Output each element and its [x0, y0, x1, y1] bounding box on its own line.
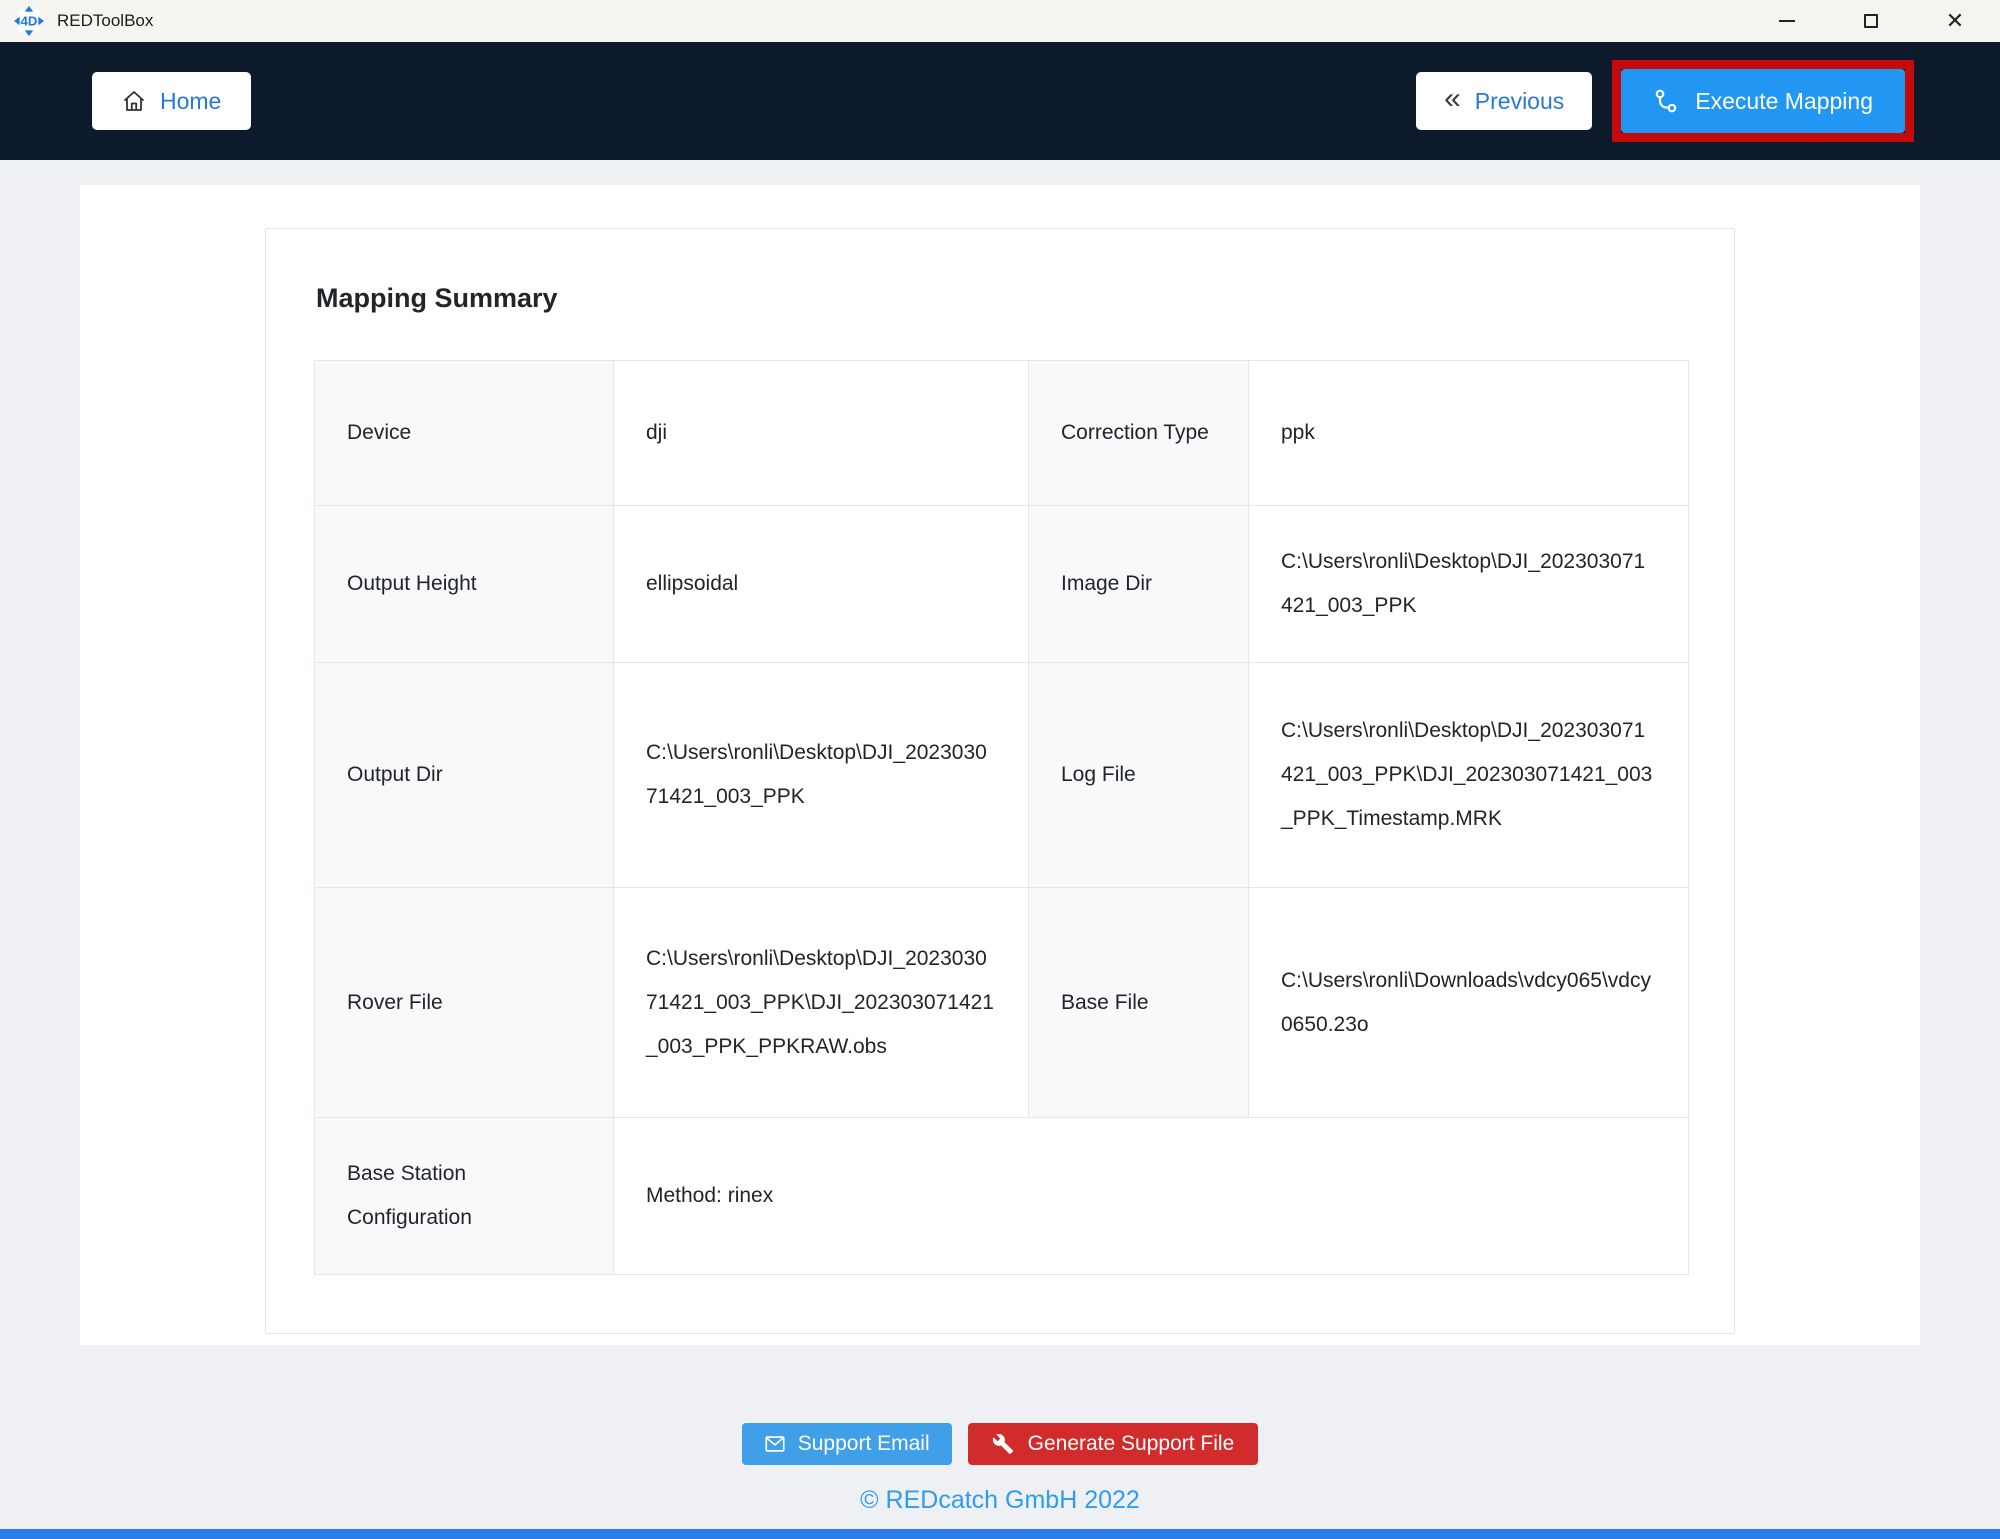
app-logo-icon: 4D: [14, 6, 44, 36]
home-button[interactable]: Home: [92, 72, 251, 130]
table-label-cell: Image Dir: [1029, 506, 1249, 663]
top-navbar: Home « Previous Execute Mapping: [0, 42, 2000, 160]
table-label-cell: Correction Type: [1029, 361, 1249, 506]
flow-link-icon: [1653, 88, 1679, 114]
table-value-cell: dji: [614, 361, 1029, 506]
close-button[interactable]: ✕: [1932, 0, 1978, 42]
window-titlebar: 4D REDToolBox ✕: [0, 0, 2000, 42]
execute-mapping-highlight-box: Execute Mapping: [1612, 60, 1914, 142]
table-label-cell: Device: [315, 361, 614, 506]
table-row: Base Station Configuration Method: rinex: [315, 1118, 1689, 1275]
previous-button[interactable]: « Previous: [1416, 72, 1592, 130]
home-button-label: Home: [160, 88, 221, 115]
wrench-icon: [992, 1433, 1014, 1455]
table-label-cell: Output Height: [315, 506, 614, 663]
chevrons-left-icon: «: [1444, 84, 1461, 114]
execute-mapping-label: Execute Mapping: [1695, 88, 1873, 115]
table-row: Output Height ellipsoidal Image Dir C:\U…: [315, 506, 1689, 663]
minimize-button[interactable]: [1764, 0, 1810, 42]
table-label-cell: Output Dir: [315, 663, 614, 888]
table-value-cell: C:\Users\ronli\Desktop\DJI_202303071421_…: [614, 888, 1029, 1118]
table-value-cell: C:\Users\ronli\Downloads\vdcy065\vdcy065…: [1249, 888, 1689, 1118]
generate-support-file-button[interactable]: Generate Support File: [968, 1423, 1259, 1465]
minimize-icon: [1779, 20, 1795, 22]
footer-actions: Support Email Generate Support File: [80, 1423, 1920, 1465]
bottom-accent-strip: [0, 1529, 2000, 1539]
table-row: Output Dir C:\Users\ronli\Desktop\DJI_20…: [315, 663, 1689, 888]
main-panel: Mapping Summary Device dji Correction Ty…: [80, 185, 1920, 1345]
table-value-cell: C:\Users\ronli\Desktop\DJI_202303071421_…: [1249, 663, 1689, 888]
app-title: REDToolBox: [57, 11, 153, 31]
maximize-icon: [1864, 14, 1878, 28]
maximize-button[interactable]: [1848, 0, 1894, 42]
support-email-button[interactable]: Support Email: [742, 1423, 952, 1465]
mapping-summary-card: Mapping Summary Device dji Correction Ty…: [265, 228, 1735, 1334]
table-value-cell: Method: rinex: [614, 1118, 1689, 1275]
previous-button-label: Previous: [1475, 88, 1564, 115]
window-controls: ✕: [1764, 0, 2000, 42]
envelope-icon: [764, 1433, 786, 1455]
table-value-cell: ellipsoidal: [614, 506, 1029, 663]
copyright-link[interactable]: © REDcatch GmbH 2022: [80, 1486, 1920, 1515]
execute-mapping-button[interactable]: Execute Mapping: [1621, 69, 1905, 133]
table-value-cell: C:\Users\ronli\Desktop\DJI_202303071421_…: [614, 663, 1029, 888]
table-label-cell: Base File: [1029, 888, 1249, 1118]
table-value-cell: ppk: [1249, 361, 1689, 506]
mapping-summary-table: Device dji Correction Type ppk Output He…: [314, 360, 1689, 1275]
table-label-cell: Rover File: [315, 888, 614, 1118]
svg-text:4D: 4D: [21, 14, 38, 29]
table-label-cell: Base Station Configuration: [315, 1118, 614, 1275]
page-background: Mapping Summary Device dji Correction Ty…: [0, 160, 2000, 1529]
close-icon: ✕: [1946, 10, 1964, 32]
generate-support-file-label: Generate Support File: [1028, 1432, 1235, 1456]
page-title: Mapping Summary: [316, 283, 1686, 314]
table-row: Rover File C:\Users\ronli\Desktop\DJI_20…: [315, 888, 1689, 1118]
table-row: Device dji Correction Type ppk: [315, 361, 1689, 506]
home-icon: [122, 89, 146, 113]
support-email-label: Support Email: [798, 1432, 930, 1456]
table-label-cell: Log File: [1029, 663, 1249, 888]
table-value-cell: C:\Users\ronli\Desktop\DJI_202303071421_…: [1249, 506, 1689, 663]
